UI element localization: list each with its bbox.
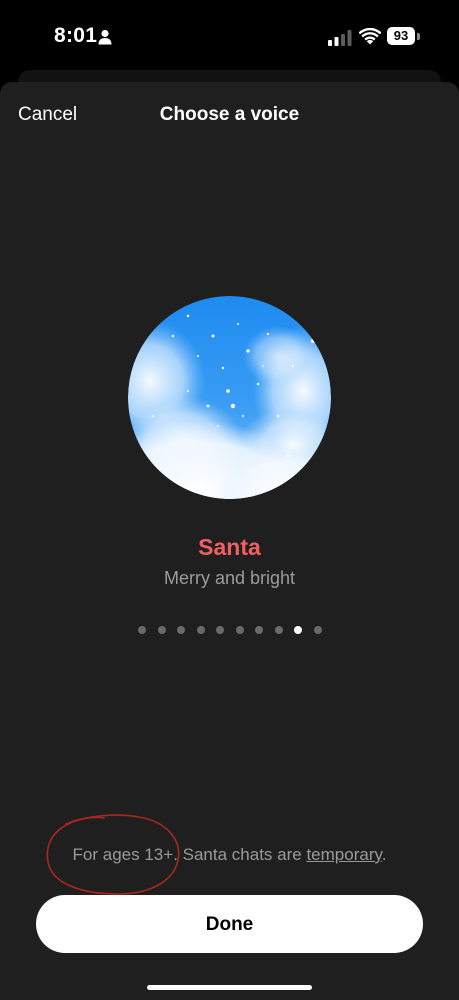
page-dot[interactable] <box>294 626 302 634</box>
status-time: 8:01 <box>54 24 98 47</box>
battery-level: 93 <box>387 27 415 45</box>
temporary-link[interactable]: temporary <box>306 845 381 864</box>
voice-name: Santa <box>198 534 261 560</box>
page-dot[interactable] <box>216 626 224 634</box>
page-dot[interactable] <box>177 626 185 634</box>
status-bar: 8:01 93 <box>0 0 459 70</box>
battery-cap <box>417 33 420 40</box>
voice-picker-sheet: Cancel Choose a voice Santa Merry and br… <box>0 82 459 1000</box>
cancel-button[interactable]: Cancel <box>18 104 77 126</box>
voice-orb[interactable] <box>128 296 331 499</box>
page-dot[interactable] <box>313 626 322 634</box>
page-dot[interactable] <box>196 626 205 634</box>
home-indicator[interactable] <box>147 985 312 990</box>
done-button[interactable]: Done <box>36 895 423 953</box>
hand-drawn-annotation-circle <box>46 814 180 895</box>
page-dot[interactable] <box>235 626 244 634</box>
person-icon <box>98 29 112 45</box>
screen: 8:01 93 Cancel Choose a voice Santa Merr… <box>0 0 459 1000</box>
battery-indicator: 93 <box>387 27 421 47</box>
wifi-icon <box>359 28 381 45</box>
voice-page-indicator[interactable] <box>138 626 322 634</box>
page-dot[interactable] <box>157 626 166 634</box>
page-dot[interactable] <box>255 626 263 634</box>
page-dot[interactable] <box>138 626 146 634</box>
cellular-signal-icon <box>328 30 352 46</box>
voice-description: Merry and bright <box>163 568 296 588</box>
page-dot[interactable] <box>274 626 283 634</box>
age-notice-period: . <box>381 845 387 864</box>
